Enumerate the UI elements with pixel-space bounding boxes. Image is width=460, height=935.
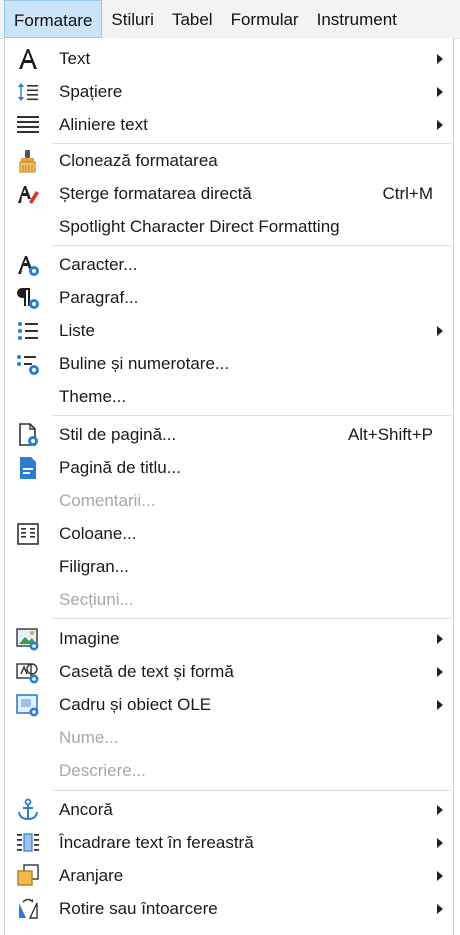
bullets-numbering-icon	[15, 351, 41, 377]
submenu-arrow-icon	[437, 54, 443, 64]
format-dropdown-menu: Text Spațiere Aliniere text Clonează for…	[4, 38, 454, 935]
menubar-instrumente[interactable]: Instrument	[308, 0, 406, 38]
submenu-arrow-icon	[437, 87, 443, 97]
partial-icon	[15, 927, 41, 935]
menu-item-label: Rotire sau întoarcere	[59, 899, 218, 918]
menu-item-imagine[interactable]: Imagine	[5, 622, 453, 655]
menu-item-comentarii: Comentarii...	[5, 484, 453, 517]
menu-item-cloneaza-formatarea[interactable]: Clonează formatarea	[5, 144, 453, 177]
frame-object-icon	[15, 692, 41, 718]
menu-item-aranjare[interactable]: Aranjare	[5, 859, 453, 892]
menu-item-label: Spotlight Character Direct Formatting	[59, 217, 340, 236]
menu-item-label: Clonează formatarea	[59, 151, 218, 170]
menu-item-caracter[interactable]: Caracter...	[5, 248, 453, 281]
page-style-icon	[15, 422, 41, 448]
menu-item-coloane[interactable]: Coloane...	[5, 517, 453, 550]
submenu-arrow-icon	[437, 871, 443, 881]
submenu-arrow-icon	[437, 904, 443, 914]
menu-item-spotlight[interactable]: Spotlight Character Direct Formatting	[5, 210, 453, 243]
menu-item-sterge-formatarea[interactable]: Șterge formatarea directă Ctrl+M	[5, 177, 453, 210]
submenu-arrow-icon	[437, 700, 443, 710]
menu-item-label: Filigran...	[59, 557, 129, 576]
menu-separator	[53, 790, 451, 791]
paragraph-icon	[15, 285, 41, 311]
menu-bar: Formatare Stiluri Tabel Formular Instrum…	[0, 0, 460, 39]
menu-item-label: Casetă de text și formă	[59, 662, 234, 681]
menu-item-cutoff	[5, 925, 453, 935]
anchor-icon	[15, 797, 41, 823]
menu-item-label: Descriere...	[59, 761, 146, 780]
menu-item-label: Aranjare	[59, 866, 124, 885]
menubar-tabel[interactable]: Tabel	[163, 0, 222, 38]
menu-item-shortcut: Alt+Shift+P	[347, 425, 433, 444]
menu-item-label: Theme...	[59, 387, 127, 406]
menu-item-label: Șterge formatarea directă	[59, 184, 252, 203]
menu-item-text[interactable]: Text	[5, 42, 453, 75]
menu-item-paragraf[interactable]: Paragraf...	[5, 281, 453, 314]
menu-item-label: Paragraf...	[59, 288, 139, 307]
image-icon	[15, 626, 41, 652]
menu-item-theme[interactable]: Theme...	[5, 380, 453, 413]
menu-item-cadru-obiect-ole[interactable]: Cadru și obiect OLE	[5, 688, 453, 721]
menu-separator	[53, 415, 451, 416]
submenu-arrow-icon	[437, 120, 443, 130]
menu-item-label: Stil de pagină...	[59, 425, 177, 444]
submenu-arrow-icon	[437, 634, 443, 644]
submenu-arrow-icon	[437, 326, 443, 336]
menubar-formular[interactable]: Formular	[222, 0, 308, 38]
menu-item-descriere: Descriere...	[5, 754, 453, 787]
submenu-arrow-icon	[437, 838, 443, 848]
menu-item-label: Buline și numerotare...	[59, 354, 230, 373]
submenu-arrow-icon	[437, 805, 443, 815]
menu-item-ancora[interactable]: Ancoră	[5, 793, 453, 826]
menu-item-aliniere-text[interactable]: Aliniere text	[5, 108, 453, 141]
menu-item-label: Spațiere	[59, 82, 123, 101]
menu-item-label: Imagine	[59, 629, 120, 648]
menu-item-label: Ancoră	[59, 800, 113, 819]
menu-item-sectiuni: Secțiuni...	[5, 583, 453, 616]
menu-item-label: Încadrare text în fereastră	[59, 833, 254, 852]
menu-item-stil-de-pagina[interactable]: Stil de pagină... Alt+Shift+P	[5, 418, 453, 451]
menu-item-label: Aliniere text	[59, 115, 148, 134]
arrange-icon	[15, 863, 41, 889]
menu-item-label: Coloane...	[59, 524, 137, 543]
menu-item-label: Pagină de titlu...	[59, 458, 181, 477]
menu-item-caseta-text-forma[interactable]: Casetă de text și formă	[5, 655, 453, 688]
menu-item-liste[interactable]: Liste	[5, 314, 453, 347]
text-A-icon	[15, 46, 41, 72]
menu-separator	[53, 618, 451, 619]
menu-item-label: Caracter...	[59, 255, 138, 274]
menu-item-shortcut: Ctrl+M	[382, 184, 433, 203]
menu-item-incadrare-text[interactable]: Încadrare text în fereastră	[5, 826, 453, 859]
menu-item-label: Text	[59, 49, 91, 68]
align-justify-icon	[15, 112, 41, 138]
menu-separator	[53, 245, 451, 246]
list-icon	[15, 318, 41, 344]
rotate-flip-icon	[15, 896, 41, 922]
clear-formatting-icon	[15, 181, 41, 207]
menu-item-label: Nume...	[59, 728, 119, 747]
menu-item-nume: Nume...	[5, 721, 453, 754]
menubar-stiluri[interactable]: Stiluri	[102, 0, 163, 38]
submenu-arrow-icon	[437, 667, 443, 677]
title-page-icon	[15, 455, 41, 481]
menubar-formatare[interactable]: Formatare	[4, 0, 103, 38]
menu-item-buline-numerotare[interactable]: Buline și numerotare...	[5, 347, 453, 380]
menu-item-label: Cadru și obiect OLE	[59, 695, 212, 714]
character-icon	[15, 252, 41, 278]
menu-item-label: Secțiuni...	[59, 590, 134, 609]
menu-item-rotire-intoarcere[interactable]: Rotire sau întoarcere	[5, 892, 453, 925]
paintbrush-icon	[15, 148, 41, 174]
menu-item-label: Comentarii...	[59, 491, 156, 510]
line-spacing-icon	[15, 79, 41, 105]
columns-icon	[15, 521, 41, 547]
menu-item-label: Liste	[59, 321, 95, 340]
menu-item-pagina-de-titlu[interactable]: Pagină de titlu...	[5, 451, 453, 484]
textbox-shape-icon	[15, 659, 41, 685]
text-wrap-icon	[15, 830, 41, 856]
menu-item-spatiere[interactable]: Spațiere	[5, 75, 453, 108]
menu-item-filigran[interactable]: Filigran...	[5, 550, 453, 583]
